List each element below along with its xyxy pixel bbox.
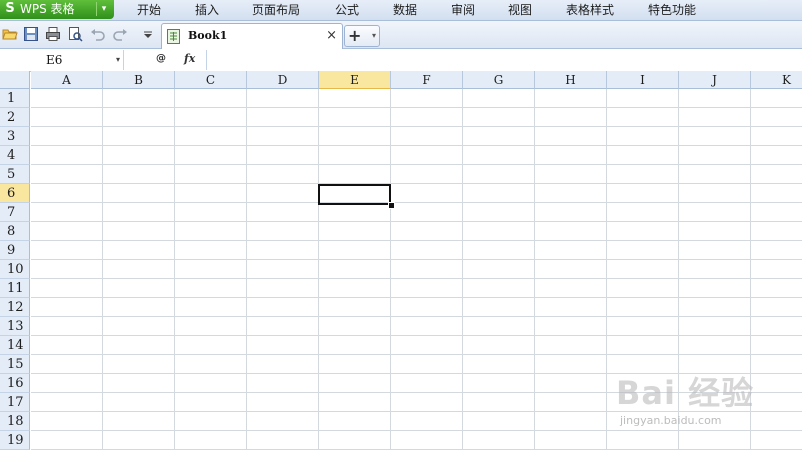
row-header-8[interactable]: 8 — [0, 222, 30, 241]
open-folder-icon[interactable] — [2, 26, 18, 42]
menu-insert[interactable]: 插入 — [195, 2, 219, 18]
row-header-1[interactable]: 1 — [0, 89, 30, 108]
chevron-down-icon[interactable]: ▾ — [372, 27, 376, 45]
menu-start[interactable]: 开始 — [137, 2, 161, 18]
row-header-4[interactable]: 4 — [0, 146, 30, 165]
chevron-down-icon[interactable]: ▾ — [116, 53, 120, 67]
row-header-15[interactable]: 15 — [0, 355, 30, 374]
spreadsheet-file-icon — [167, 29, 180, 44]
row-header-10[interactable]: 10 — [0, 260, 30, 279]
column-header-j[interactable]: J — [679, 71, 751, 89]
fill-handle[interactable] — [388, 202, 395, 209]
select-all-corner[interactable] — [0, 71, 30, 89]
column-header-h[interactable]: H — [535, 71, 607, 89]
row-header-18[interactable]: 18 — [0, 412, 30, 431]
column-header-b[interactable]: B — [103, 71, 175, 89]
zoom-icon[interactable]: @ — [156, 52, 166, 66]
print-icon[interactable] — [45, 26, 61, 42]
row-header-14[interactable]: 14 — [0, 336, 30, 355]
column-header-c[interactable]: C — [175, 71, 247, 89]
row-header-19[interactable]: 19 — [0, 431, 30, 450]
cell-reference: E6 — [46, 53, 63, 67]
column-header-k[interactable]: K — [751, 71, 802, 89]
row-header-6[interactable]: 6 — [0, 184, 30, 203]
redo-icon[interactable] — [112, 26, 128, 42]
column-header-e[interactable]: E — [319, 71, 391, 89]
row-header-5[interactable]: 5 — [0, 165, 30, 184]
cell-area[interactable] — [31, 89, 802, 450]
print-preview-icon[interactable] — [67, 26, 83, 42]
name-box[interactable]: E6 ▾ — [0, 50, 124, 70]
app-menu-button[interactable]: S WPS 表格 ▾ — [0, 0, 114, 19]
column-header-d[interactable]: D — [247, 71, 319, 89]
menu-special-features[interactable]: 特色功能 — [648, 2, 696, 18]
row-header-11[interactable]: 11 — [0, 279, 30, 298]
row-header-16[interactable]: 16 — [0, 374, 30, 393]
row-header-9[interactable]: 9 — [0, 241, 30, 260]
formula-separator — [206, 50, 207, 70]
tab-book1[interactable]: Book1 × — [161, 23, 343, 49]
column-header-g[interactable]: G — [463, 71, 535, 89]
new-tab-button[interactable]: + ▾ — [344, 25, 380, 47]
spreadsheet-grid[interactable]: ABCDEFGHIJK 1 2 3 4 5 6 7 8 9 10 11 12 13 14 15 16 17 18 1… — [0, 71, 802, 450]
save-icon[interactable] — [23, 26, 39, 42]
customize-dropdown-icon[interactable] — [142, 26, 154, 42]
row-header-17[interactable]: 17 — [0, 393, 30, 412]
plus-icon: + — [348, 26, 362, 45]
active-cell-e6[interactable] — [318, 184, 391, 205]
menu-page-layout[interactable]: 页面布局 — [252, 2, 300, 18]
close-icon[interactable]: × — [326, 28, 337, 43]
menu-table-style[interactable]: 表格样式 — [566, 2, 614, 18]
column-header-a[interactable]: A — [31, 71, 103, 89]
menu-formulas[interactable]: 公式 — [335, 2, 359, 18]
row-header-13[interactable]: 13 — [0, 317, 30, 336]
menu-bar: S WPS 表格 ▾ 开始 插入 页面布局 公式 数据 审阅 视图 表格样式 特… — [0, 0, 802, 21]
menu-view[interactable]: 视图 — [508, 2, 532, 18]
row-header-12[interactable]: 12 — [0, 298, 30, 317]
chevron-down-icon[interactable]: ▾ — [96, 2, 111, 16]
tab-label: Book1 — [188, 29, 228, 42]
insert-function-icon[interactable]: fx — [184, 52, 195, 66]
wps-logo-icon: S — [5, 1, 15, 16]
menu-data[interactable]: 数据 — [393, 2, 417, 18]
row-header-3[interactable]: 3 — [0, 127, 30, 146]
menu-review[interactable]: 审阅 — [451, 2, 475, 18]
row-header-7[interactable]: 7 — [0, 203, 30, 222]
formula-bar: E6 ▾ @ fx — [0, 49, 802, 72]
quick-access-toolbar: Book1 × + ▾ — [0, 21, 802, 49]
undo-icon[interactable] — [90, 26, 106, 42]
column-header-f[interactable]: F — [391, 71, 463, 89]
column-header-i[interactable]: I — [607, 71, 679, 89]
app-title: WPS 表格 — [20, 2, 75, 16]
row-header-2[interactable]: 2 — [0, 108, 30, 127]
